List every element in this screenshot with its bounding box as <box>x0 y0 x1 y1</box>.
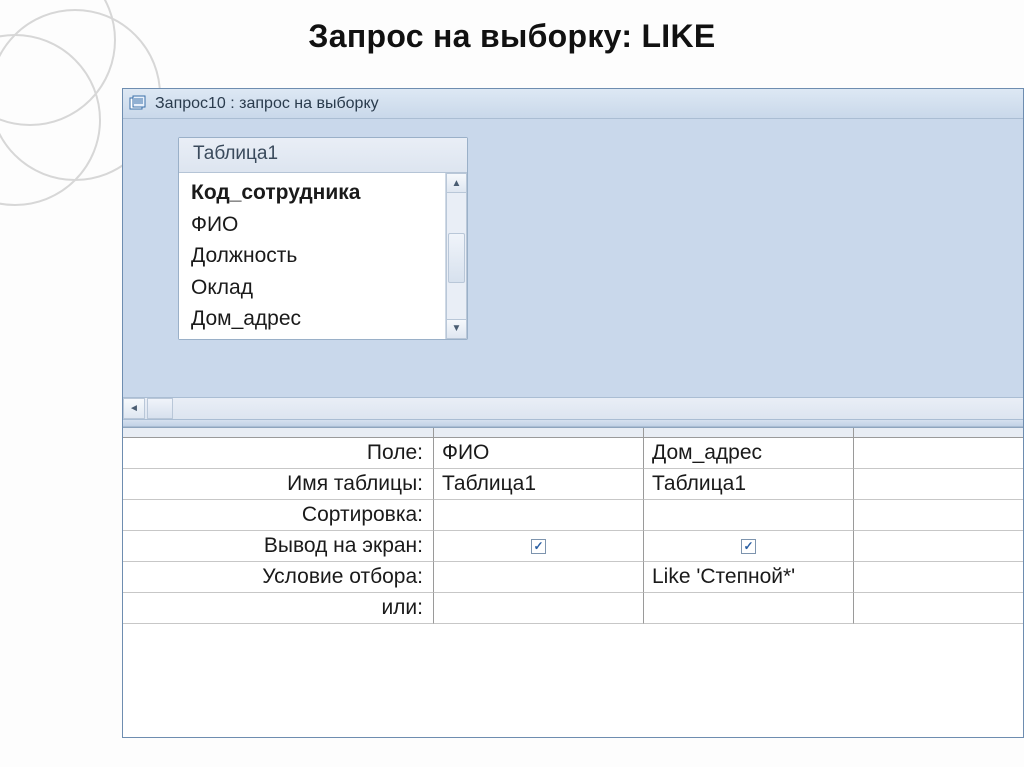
row-label-criteria: Условие отбора: <box>123 562 433 593</box>
checkbox-checked-icon[interactable] <box>741 539 756 554</box>
grid-cell-show[interactable] <box>643 531 853 562</box>
grid-cell-criteria[interactable]: Like 'Степной*' <box>643 562 853 593</box>
grid-cell-field[interactable] <box>853 438 1023 469</box>
query-icon <box>129 95 147 113</box>
row-label-field: Поле: <box>123 438 433 469</box>
design-grid-pane[interactable]: Поле: ФИО Дом_адрес Имя таблицы: Таблица… <box>123 427 1023 737</box>
table-field-list-title[interactable]: Таблица1 <box>179 138 467 173</box>
grid-cell-criteria[interactable] <box>853 562 1023 593</box>
scroll-up-arrow-icon[interactable]: ▲ <box>446 173 467 193</box>
field-item[interactable]: Оклад <box>179 272 445 304</box>
grid-cell-sort[interactable] <box>853 500 1023 531</box>
field-item[interactable]: ФИО <box>179 209 445 241</box>
tables-pane[interactable]: Таблица1 Код_сотрудника ФИО Должность Ок… <box>123 119 1023 419</box>
scroll-thumb[interactable] <box>147 398 173 419</box>
row-label-or: или: <box>123 593 433 624</box>
horizontal-scrollbar[interactable]: ◄ <box>123 397 1023 419</box>
row-label-table: Имя таблицы: <box>123 469 433 500</box>
pane-splitter[interactable] <box>123 419 1023 427</box>
grid-cell-sort[interactable] <box>433 500 643 531</box>
grid-cell-table[interactable]: Таблица1 <box>433 469 643 500</box>
scroll-thumb[interactable] <box>448 233 465 283</box>
window-title-text: Запрос10 : запрос на выборку <box>155 95 379 113</box>
grid-cell-table[interactable] <box>853 469 1023 500</box>
checkbox-checked-icon[interactable] <box>531 539 546 554</box>
grid-corner <box>123 428 433 438</box>
grid-cell-sort[interactable] <box>643 500 853 531</box>
window-titlebar[interactable]: Запрос10 : запрос на выборку <box>123 89 1023 119</box>
scroll-left-arrow-icon[interactable]: ◄ <box>123 398 145 419</box>
field-item[interactable]: Дом_адрес <box>179 303 445 335</box>
field-item[interactable]: Должность <box>179 240 445 272</box>
row-label-show: Вывод на экран: <box>123 531 433 562</box>
column-header[interactable] <box>433 428 643 438</box>
vertical-scrollbar[interactable]: ▲ ▼ <box>445 173 467 339</box>
grid-cell-table[interactable]: Таблица1 <box>643 469 853 500</box>
grid-cell-field[interactable]: ФИО <box>433 438 643 469</box>
grid-cell-criteria[interactable] <box>433 562 643 593</box>
query-design-window: Запрос10 : запрос на выборку Таблица1 Ко… <box>122 88 1024 738</box>
scroll-down-arrow-icon[interactable]: ▼ <box>446 319 467 339</box>
grid-cell-or[interactable] <box>433 593 643 624</box>
column-header[interactable] <box>643 428 853 438</box>
scroll-track[interactable] <box>446 193 467 319</box>
design-grid: Поле: ФИО Дом_адрес Имя таблицы: Таблица… <box>123 428 1023 624</box>
grid-cell-or[interactable] <box>643 593 853 624</box>
grid-cell-show[interactable] <box>853 531 1023 562</box>
column-header[interactable] <box>853 428 1023 438</box>
field-list[interactable]: Код_сотрудника ФИО Должность Оклад Дом_а… <box>179 173 445 339</box>
field-item[interactable]: Код_сотрудника <box>179 177 445 209</box>
grid-cell-or[interactable] <box>853 593 1023 624</box>
grid-cell-field[interactable]: Дом_адрес <box>643 438 853 469</box>
grid-cell-show[interactable] <box>433 531 643 562</box>
slide-title: Запрос на выборку: LIKE <box>0 18 1024 55</box>
row-label-sort: Сортировка: <box>123 500 433 531</box>
table-field-list[interactable]: Таблица1 Код_сотрудника ФИО Должность Ок… <box>178 137 468 340</box>
